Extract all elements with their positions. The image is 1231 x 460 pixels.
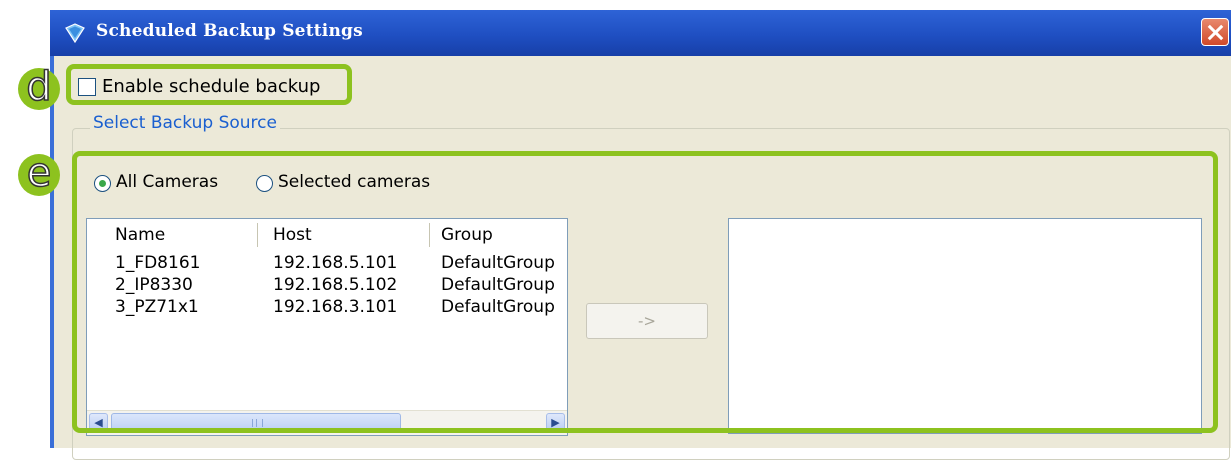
window-title: Scheduled Backup Settings xyxy=(96,21,363,41)
group-legend: Select Backup Source xyxy=(90,113,280,133)
highlight-box-e xyxy=(72,151,1218,433)
annotation-badge-e: e xyxy=(18,152,60,196)
close-icon[interactable] xyxy=(1201,18,1229,46)
title-bar[interactable]: Scheduled Backup Settings xyxy=(50,10,1231,56)
annotation-badge-d: d xyxy=(18,66,60,110)
highlight-box-d xyxy=(66,64,352,105)
app-shield-icon xyxy=(65,23,85,44)
